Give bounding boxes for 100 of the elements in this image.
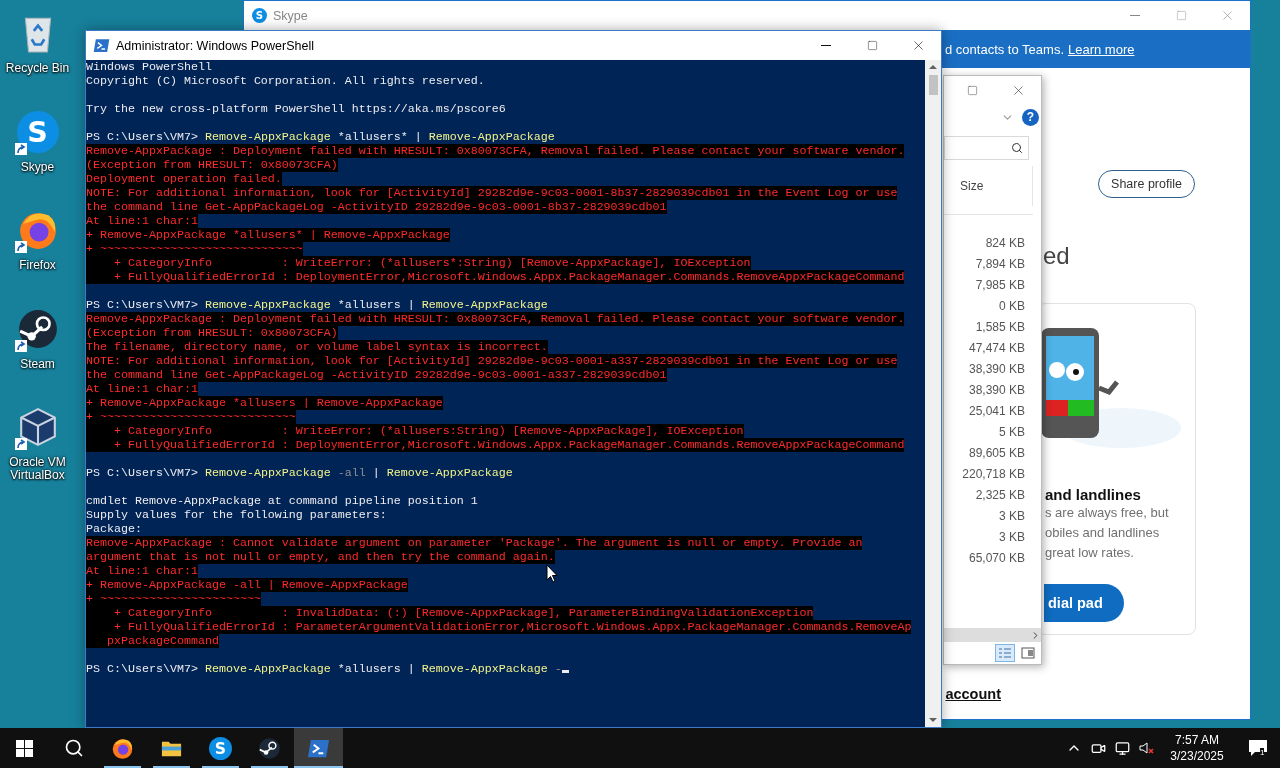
taskbar-app-button[interactable] xyxy=(294,728,343,768)
error-text: + FullyQualifiedErrorId : DeploymentError,Microsoft.Windows.Appx.PackageManager.Commands.RemoveAppxPackageCommand xyxy=(86,438,905,452)
details-list-icon xyxy=(998,647,1012,659)
error-text: + Remove-AppxPackage *allusers | Remove-AppxPackage xyxy=(86,396,443,410)
command-line: PS C:\Users\VM7> Remove-AppxPackage *allusers | Remove-AppxPackage - xyxy=(86,662,562,676)
error-text: + Remove-AppxPackage -all | Remove-AppxPackage xyxy=(86,578,408,592)
error-text: + ~~~~~~~~~~~~~~~~~~~~~~~~~~~~~ xyxy=(86,242,303,256)
desktop-icon-label[interactable]: Oracle VM VirtualBox xyxy=(0,456,75,482)
share-profile-button[interactable]: Share profile xyxy=(1098,170,1195,198)
section-heading: ed xyxy=(1043,242,1071,270)
command-line: PS C:\Users\VM7> Remove-AppxPackage *allusers* | Remove-AppxPackage xyxy=(86,130,555,144)
file-size-cell-text: 47,474 KB xyxy=(968,340,1025,357)
desktop-icon-label[interactable]: Skype xyxy=(0,160,75,174)
error-text: Remove-AppxPackage : Deployment failed with HRESULT: 0x80073CFA, Removal failed. Please contact your software vendor. xyxy=(86,144,905,158)
steam-icon xyxy=(258,736,281,760)
preview-view-button[interactable] xyxy=(1018,644,1038,662)
scrollbar-thumb[interactable] xyxy=(928,75,938,95)
window-title: Skype xyxy=(273,8,309,23)
file-size-cell-text: 2,325 KB xyxy=(975,487,1025,504)
error-text: the command line Get-AppPackageLog -ActivityID 29282d9e-9c03-0001-8b37-2829039cdb01 xyxy=(86,200,667,214)
minimize-icon xyxy=(821,45,831,46)
network-icon xyxy=(1114,740,1130,756)
window-title: Administrator: Windows PowerShell xyxy=(116,38,315,53)
card-text: great low rates. xyxy=(1045,544,1135,562)
file-size-cell-text: 3 KB xyxy=(999,529,1025,546)
minimize-icon xyxy=(1130,15,1140,16)
error-text: + CategoryInfo : WriteError: (*allusers:String) [Remove-AppxPackage], IOException xyxy=(86,424,744,438)
error-text: Remove-AppxPackage : Deployment failed with HRESULT: 0x80073CFA, Removal failed. Please contact your software vendor. xyxy=(86,312,905,326)
error-text: Remove-AppxPackage : Cannot validate argument on parameter 'Package'. The argument is null or empty. Provide an xyxy=(86,536,863,550)
file-size-cell-text: 89,605 KB xyxy=(968,445,1025,462)
taskbar-app-button[interactable]: S xyxy=(196,728,245,768)
skype-logo: S xyxy=(252,8,267,23)
file-size-cell-text: 5 KB xyxy=(999,424,1025,441)
error-text: argument that is not null or empty, and then try the command again. xyxy=(86,550,555,564)
column-header[interactable]: Size xyxy=(960,179,984,193)
error-text: (Exception from HRESULT: 0x80073CFA) xyxy=(86,158,338,172)
error-text: + CategoryInfo : InvalidData: (:) [Remove-AppxPackage], ParameterBindingValidationException xyxy=(86,606,814,620)
error-text: + ~~~~~~~~~~~~~~~~~~~~~~~~~~~~ xyxy=(86,410,296,424)
card-title: and landlines xyxy=(1045,486,1142,503)
desktop-icon-label[interactable]: Firefox xyxy=(0,259,75,272)
error-text: The filename, directory name, or volume label syntax is incorrect. xyxy=(86,340,548,354)
console-output: Copyright (C) Microsoft Corporation. All rights reserved. xyxy=(86,74,485,88)
banner-text: d contacts to Teams. xyxy=(945,41,1064,57)
error-text: + CategoryInfo : WriteError: (*allusers*:String) [Remove-AppxPackage], IOException xyxy=(86,256,751,270)
file-size-cell-text: 220,718 KB xyxy=(962,466,1025,483)
search-icon xyxy=(63,738,84,758)
steam-icon xyxy=(16,307,59,350)
skype-logo: S xyxy=(209,736,232,760)
file-size-cell-text: 3 KB xyxy=(999,508,1025,525)
details-view-button[interactable] xyxy=(995,644,1015,662)
console-output: Windows PowerShell xyxy=(86,60,212,74)
error-text: At line:1 char:1 xyxy=(86,382,198,396)
file-size-cell-text: 65,070 KB xyxy=(968,550,1025,567)
maximize-icon xyxy=(866,40,878,51)
command-line: PS C:\Users\VM7> Remove-AppxPackage -all | Remove-AppxPackage xyxy=(86,466,513,480)
help-button[interactable]: ? xyxy=(1022,108,1039,126)
search-field[interactable] xyxy=(944,136,1029,160)
file-size-cell-text: 38,390 KB xyxy=(968,382,1025,399)
file-size-cell-text: 1,585 KB xyxy=(975,319,1025,336)
error-text: pxPackageCommand xyxy=(86,634,219,648)
maximize-icon xyxy=(966,84,978,96)
clock[interactable]: 7:57 AM 3/23/2025 xyxy=(1158,728,1236,768)
console-output: Package: xyxy=(86,522,142,536)
skype-logo: S xyxy=(16,110,59,153)
error-text: + Remove-AppxPackage *allusers* | Remove-AppxPackage xyxy=(86,228,450,242)
card-text: s are always free, but xyxy=(1045,504,1170,522)
maximize-icon xyxy=(1175,10,1187,21)
mouse-pointer-icon xyxy=(546,564,558,583)
horizontal-scrollbar[interactable] xyxy=(944,628,1041,642)
error-text: the command line Get-AppPackageLog -ActivityID 29282d9e-9c03-0001-a337-2829039cdb01 xyxy=(86,368,667,382)
windows-logo-icon xyxy=(16,739,33,757)
error-text: (Exception from HRESULT: 0x80073CFA) xyxy=(86,326,338,340)
desktop-icon-label[interactable]: Steam xyxy=(0,357,75,371)
console-output: Try the new cross-platform PowerShell https://aka.ms/pscore6 xyxy=(86,102,506,116)
console-output: Supply values for the following parameters: xyxy=(86,508,387,522)
learn-more-link[interactable]: Learn more xyxy=(1068,41,1135,57)
dial-pad-button[interactable]: dial pad xyxy=(1044,584,1124,622)
error-text: + FullyQualifiedErrorId : DeploymentError,Microsoft.Windows.Appx.PackageManager.Commands.RemoveAppxPackageCommand xyxy=(86,270,905,284)
command-line: PS C:\Users\VM7> Remove-AppxPackage *allusers | Remove-AppxPackage xyxy=(86,298,548,312)
error-text: At line:1 char:1 xyxy=(86,214,198,228)
console-output: cmdlet Remove-AppxPackage at command pipeline position 1 xyxy=(86,494,478,508)
speaker-icon xyxy=(1138,740,1154,756)
card-text: obiles and landlines xyxy=(1045,524,1161,542)
desktop-icon-label[interactable]: Recycle Bin xyxy=(0,62,75,75)
file-size-cell-text: 38,390 KB xyxy=(968,361,1025,378)
vertical-scrollbar[interactable] xyxy=(925,60,941,727)
error-text: + ~~~~~~~~~~~~~~~~~~~~~~~ xyxy=(86,592,261,606)
speech-bubble-icon xyxy=(1248,739,1268,757)
error-text: NOTE: For additional information, look for [ActivityId] 29282d9e-9c03-0001-8b37-2829039cdb01 in the Event Log or use xyxy=(86,186,898,200)
notification-button[interactable]: 1 xyxy=(1236,728,1280,768)
error-text: Deployment operation failed. xyxy=(86,172,282,186)
terminal-icon xyxy=(93,37,110,54)
notification-count: 1 xyxy=(1260,748,1265,757)
error-text: + FullyQualifiedErrorId : ParameterArgumentValidationError,Microsoft.Windows.Appx.PackageManager.Commands.RemoveAp xyxy=(86,620,912,634)
error-text: At line:1 char:1 xyxy=(86,564,198,578)
error-text: NOTE: For additional information, look for [ActivityId] 29282d9e-9c03-0001-a337-2829039cdb01 in the Event Log or use xyxy=(86,354,898,368)
file-size-cell-text: 0 KB xyxy=(999,298,1025,315)
firefox-icon xyxy=(111,736,134,760)
file-size-cell-text: 7,894 KB xyxy=(975,256,1025,273)
account-link[interactable]: account xyxy=(945,686,1001,702)
